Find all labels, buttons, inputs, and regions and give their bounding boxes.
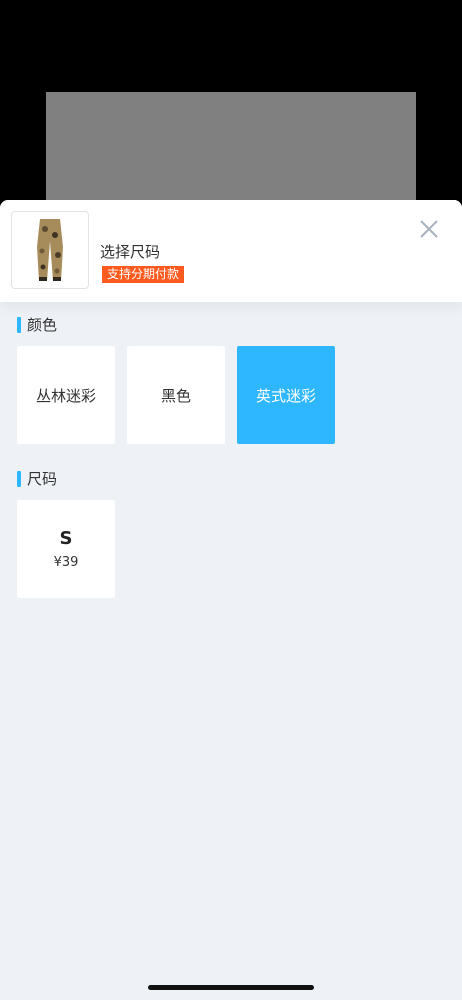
section-marker bbox=[17, 470, 21, 487]
size-label-text: 尺码 bbox=[27, 470, 58, 488]
color-section-label: 颜色 bbox=[17, 314, 57, 335]
size-section-label: 尺码 bbox=[17, 468, 57, 489]
color-option-black[interactable]: 黑色 bbox=[127, 346, 225, 444]
section-marker bbox=[17, 316, 21, 333]
color-option-label: 丛林迷彩 bbox=[35, 386, 96, 405]
product-thumbnail bbox=[11, 211, 89, 289]
size-selector-sheet: 选择尺码 支持分期付款 颜色 丛林迷彩 黑色 英式迷彩 尺码 S ¥39 bbox=[0, 200, 462, 1000]
home-indicator[interactable] bbox=[148, 985, 314, 990]
camo-pants-image bbox=[37, 219, 63, 281]
color-option-jungle-camo[interactable]: 丛林迷彩 bbox=[17, 346, 115, 444]
size-option-price: ¥39 bbox=[53, 555, 79, 570]
size-option-s[interactable]: S ¥39 bbox=[17, 500, 115, 598]
color-label-text: 颜色 bbox=[27, 316, 58, 334]
close-icon[interactable] bbox=[418, 218, 440, 240]
sheet-header: 选择尺码 支持分期付款 bbox=[0, 200, 462, 302]
size-option-name: S bbox=[59, 528, 73, 549]
backdrop-product-image bbox=[46, 92, 416, 212]
color-option-british-camo[interactable]: 英式迷彩 bbox=[237, 346, 335, 444]
color-option-label: 英式迷彩 bbox=[255, 386, 316, 405]
color-option-label: 黑色 bbox=[160, 386, 191, 405]
sheet-title: 选择尺码 bbox=[100, 243, 161, 261]
installment-badge: 支持分期付款 bbox=[102, 266, 185, 283]
